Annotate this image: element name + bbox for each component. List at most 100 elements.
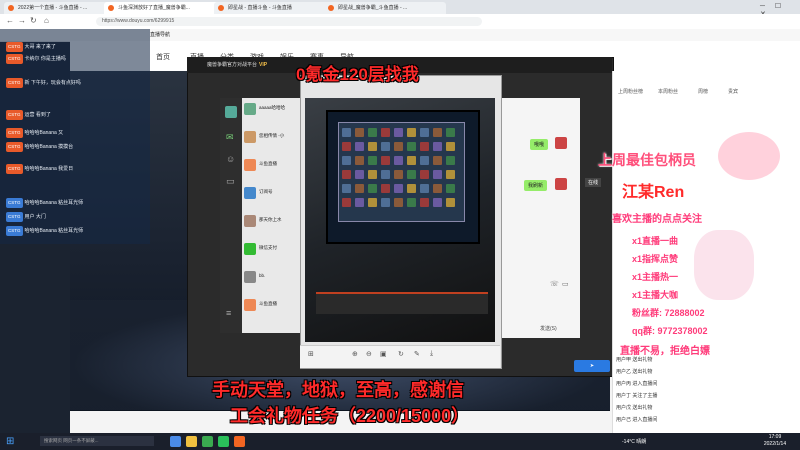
inventory-cell	[368, 156, 377, 165]
list-item[interactable]: 斗鱼直播	[244, 156, 302, 176]
contact-name: aaaaa哈哈哈	[259, 105, 286, 110]
chat-text: 下午好，玩会有点好吗	[30, 80, 81, 86]
inventory-cell	[381, 184, 390, 193]
overlay-title: 上周最佳包柄员	[598, 152, 696, 168]
wechat-icon[interactable]	[218, 436, 229, 447]
fan-badge: CSTG	[6, 142, 23, 152]
fan-badge: CSTG	[6, 164, 23, 174]
list-item[interactable]: bb.	[244, 268, 302, 288]
inventory-cell	[433, 142, 442, 151]
keyboard	[316, 292, 488, 314]
browser-tab[interactable]: 2022第一个直播 - 斗鱼直播 - ...	[4, 2, 116, 14]
douyu-icon	[8, 5, 14, 11]
list-item[interactable]: 微信支付	[244, 240, 302, 260]
status-badge: 在线	[585, 178, 602, 187]
overlay-line: x1主播热一	[632, 272, 679, 282]
chat-message: CSTG 哈哈哈Banana 摸摸台	[6, 142, 73, 152]
contact-name: 那天你上水	[259, 217, 282, 222]
list-item[interactable]: 那天你上水	[244, 212, 302, 232]
inventory-cell	[394, 170, 403, 179]
chat-user: 新	[24, 80, 30, 86]
inventory-cell	[394, 156, 403, 165]
menu-icon[interactable]: ≡	[226, 308, 231, 318]
inventory-cell	[394, 198, 403, 207]
zoom-in-icon[interactable]: ⊕	[352, 350, 358, 358]
rank-tabs: 上周粉丝榜 本周粉丝 周榜 贵宾	[612, 88, 800, 100]
contact-name: 订阅号	[259, 189, 273, 194]
inventory-cell	[355, 198, 364, 207]
grid-icon[interactable]: ⊞	[308, 350, 314, 358]
overlay-line: 喜欢主播的点点关注	[612, 214, 702, 225]
chat-message: CSTG 哈哈哈Banana 我爱日	[6, 164, 73, 174]
back-icon[interactable]: ←	[6, 16, 14, 25]
home-icon[interactable]: ⌂	[44, 16, 49, 25]
inventory-cell	[420, 170, 429, 179]
overlay-banner: 0氪金120层找我	[296, 65, 419, 84]
send-button[interactable]: ➤	[574, 360, 610, 372]
chat-user: 哈哈哈Banana	[24, 144, 57, 150]
chat-message: CSTG 运营 看到了	[6, 110, 51, 120]
tab-rank[interactable]: 周榜	[698, 88, 708, 95]
send-button[interactable]: 发送(S)	[540, 325, 557, 332]
inventory-cell	[420, 142, 429, 151]
folder-icon[interactable]	[186, 436, 197, 447]
chat-text: 又	[58, 130, 64, 136]
list-item[interactable]: 您相传情 -小	[244, 128, 302, 148]
list-item[interactable]: 斗鱼直播	[244, 296, 302, 316]
avatar	[555, 178, 567, 190]
inventory-cell	[433, 198, 442, 207]
inventory-cell	[407, 142, 416, 151]
tab-rank[interactable]: 上周粉丝榜	[618, 88, 643, 95]
windows-start-icon[interactable]: ⊞	[6, 436, 18, 448]
forward-icon[interactable]: →	[18, 16, 26, 25]
folder-icon[interactable]: ▭	[226, 176, 235, 187]
zoom-out-icon[interactable]: ⊖	[366, 350, 372, 358]
avatar[interactable]	[225, 106, 237, 118]
overlay-name: 江某Ren	[622, 184, 685, 201]
contacts-icon[interactable]: ☺	[226, 154, 235, 164]
video-call-icon[interactable]: ▭	[562, 280, 569, 288]
browser-tab-active[interactable]: 斗鱼深渊放好了直播_魔兽争霸...	[104, 2, 226, 14]
chat-user: 运营	[24, 112, 35, 118]
douyu-icon[interactable]	[234, 436, 245, 447]
phone-icon[interactable]: ☏	[550, 280, 559, 288]
vip-badge: VIP	[259, 62, 268, 68]
browser-tab[interactable]: 即星战_魔兽争霸_斗鱼直播 - ...	[324, 2, 446, 14]
rotate-icon[interactable]: ↻	[398, 350, 404, 358]
taskbar-search[interactable]: 搜索网页 网页一条不屏蔽...	[40, 436, 154, 446]
inventory-cell	[407, 170, 416, 179]
list-item[interactable]: aaaaa哈哈哈	[244, 100, 302, 120]
clock: 17:09 2022/1/14	[752, 434, 798, 448]
overlay-line: x1主播大咖	[632, 290, 679, 300]
edge-icon[interactable]	[170, 436, 181, 447]
tab-rank[interactable]: 贵宾	[728, 88, 738, 95]
chrome-icon[interactable]	[202, 436, 213, 447]
list-item: 用户甲 送出礼物	[616, 357, 653, 363]
browser-tab[interactable]: 即星战 - 直播斗鱼 - 斗鱼直播	[214, 2, 336, 14]
inventory-cell	[394, 128, 403, 137]
edit-icon[interactable]: ✎	[414, 350, 420, 358]
actual-size-icon[interactable]: ▣	[380, 350, 387, 358]
chat-icon[interactable]: ✉	[226, 132, 234, 143]
overlay-line: x1直播一曲	[632, 236, 679, 246]
inventory-cell	[446, 142, 455, 151]
inventory-cell	[420, 156, 429, 165]
avatar	[244, 187, 256, 199]
download-icon[interactable]: ⤓	[430, 350, 433, 358]
tab-rank[interactable]: 本周粉丝	[658, 88, 678, 95]
app-title: 魔兽争霸官方对战平台	[207, 62, 258, 68]
reload-icon[interactable]: ↻	[30, 16, 37, 25]
chat-text: 来了来了	[35, 44, 56, 50]
bookmark-item[interactable]: 直播导航	[150, 29, 170, 41]
list-item: 用户丙 进入直播间	[616, 381, 658, 387]
list-item: 用户己 进入直播间	[616, 417, 658, 423]
nav-item[interactable]: 首页	[156, 52, 170, 62]
chat-message: CSTG 哈哈哈Banana 又	[6, 128, 63, 138]
tab-label: 即星战 - 直播斗鱼 - 斗鱼直播	[228, 5, 292, 11]
inventory-cell	[407, 184, 416, 193]
url-input[interactable]: https://www.douyu.com/6299915	[96, 17, 482, 26]
chat-message: CSTG 新 下午好，玩会有点好吗	[6, 78, 81, 88]
chat-message: CSTG 哈哈哈Banana 粘丝耳光师	[6, 226, 83, 236]
list-item[interactable]: 订阅号	[244, 184, 302, 204]
chat-text: 我爱日	[58, 166, 74, 172]
